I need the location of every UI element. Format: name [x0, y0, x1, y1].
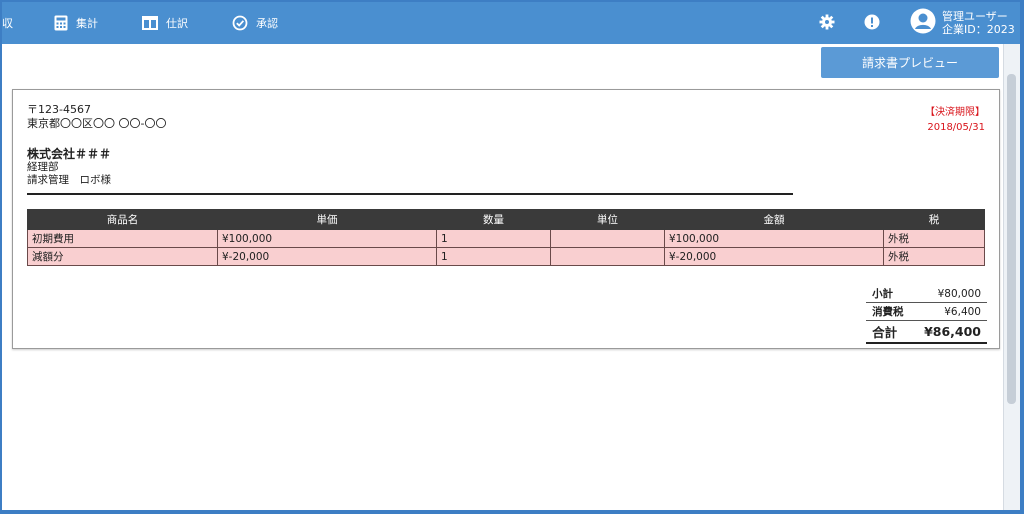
tax-row: 消費税 ¥6,400 — [866, 302, 987, 321]
contact-name: 請求管理 ロボ様 — [27, 174, 111, 186]
table-row: 初期費用 ¥100,000 1 ¥100,000 外税 — [27, 229, 985, 248]
vertical-scrollbar[interactable] — [1003, 44, 1020, 510]
col-header-quantity: 数量 — [436, 209, 551, 230]
nav-item-label: 仕訳 — [166, 17, 188, 30]
cell-quantity: 1 — [436, 247, 551, 266]
cell-unit — [550, 247, 665, 266]
col-header-amount: 金額 — [664, 209, 884, 230]
cell-tax: 外税 — [883, 229, 985, 248]
cell-unit-price: ¥100,000 — [217, 229, 437, 248]
calculator-icon — [54, 15, 68, 31]
table-header-row: 商品名 単価 数量 単位 金額 税 — [27, 209, 985, 230]
cell-amount: ¥100,000 — [664, 229, 884, 248]
cell-unit-price: ¥-20,000 — [217, 247, 437, 266]
total-row: 合計 ¥86,400 — [866, 320, 987, 344]
user-name: 管理ユーザー — [942, 9, 1008, 23]
due-date: 2018/05/31 — [927, 122, 985, 133]
nav-item-label: 集計 — [76, 17, 98, 30]
scrollbar-thumb[interactable] — [1007, 74, 1016, 404]
due-label: 【決済期限】 — [925, 107, 985, 118]
cell-amount: ¥-20,000 — [664, 247, 884, 266]
recipient-address: 〒123-4567 東京都〇〇区〇〇 〇〇-〇〇 — [27, 103, 166, 131]
notifications-button[interactable] — [864, 2, 880, 44]
totals-table: 小計 ¥80,000 消費税 ¥6,400 合計 ¥86,400 — [866, 285, 987, 344]
cell-product: 減額分 — [27, 247, 218, 266]
invoice-preview-button[interactable]: 請求書プレビュー — [821, 47, 999, 78]
col-header-product: 商品名 — [27, 209, 218, 230]
divider — [27, 193, 793, 195]
subtotal-value: ¥80,000 — [918, 285, 987, 303]
nav-item-approval[interactable]: 承認 — [232, 2, 278, 44]
company-id: 企業ID：2023 — [942, 22, 1015, 36]
payment-due: 【決済期限】 2018/05/31 — [925, 105, 985, 135]
recipient-details: 経理部 請求管理 ロボ様 — [27, 161, 111, 187]
invoice-card: 〒123-4567 東京都〇〇区〇〇 〇〇-〇〇 株式会社＃＃＃ 経理部 請求管… — [12, 89, 1000, 349]
total-value: ¥86,400 — [918, 320, 987, 344]
nav-item-label: 収 — [2, 17, 13, 30]
postal-code: 〒123-4567 — [27, 103, 91, 116]
cell-product: 初期費用 — [27, 229, 218, 248]
line-items-table: 商品名 単価 数量 単位 金額 税 初期費用 ¥100,000 1 ¥100,0… — [27, 209, 985, 266]
columns-icon — [142, 16, 158, 30]
tax-label: 消費税 — [866, 302, 919, 321]
department: 経理部 — [27, 161, 59, 173]
nav-item-label: 承認 — [256, 17, 278, 30]
gear-icon — [819, 14, 835, 33]
nav-item-truncated[interactable]: 収 — [2, 2, 13, 44]
alert-icon — [864, 14, 880, 33]
col-header-tax: 税 — [883, 209, 985, 230]
cell-unit — [550, 229, 665, 248]
subtotal-label: 小計 — [866, 285, 919, 303]
col-header-unit: 単位 — [550, 209, 665, 230]
user-info: 管理ユーザー 企業ID：2023 — [942, 10, 1015, 36]
cell-quantity: 1 — [436, 229, 551, 248]
cell-tax: 外税 — [883, 247, 985, 266]
user-menu[interactable]: 管理ユーザー 企業ID：2023 — [910, 8, 1015, 37]
company-name: 株式会社＃＃＃ — [27, 147, 112, 161]
table-row: 減額分 ¥-20,000 1 ¥-20,000 外税 — [27, 247, 985, 266]
user-avatar-icon — [910, 8, 936, 37]
app-window: 収 集計 仕訳 承認 管理ユーザー 企業ID：2023 請求書プレビュー 〒12… — [2, 2, 1020, 510]
total-label: 合計 — [866, 320, 919, 344]
check-circle-icon — [232, 15, 248, 31]
col-header-unit-price: 単価 — [217, 209, 437, 230]
settings-button[interactable] — [819, 2, 835, 44]
subtotal-row: 小計 ¥80,000 — [866, 285, 987, 303]
street-address: 東京都〇〇区〇〇 〇〇-〇〇 — [27, 117, 167, 130]
nav-item-journal[interactable]: 仕訳 — [142, 2, 188, 44]
tax-value: ¥6,400 — [918, 302, 987, 321]
top-nav-bar: 収 集計 仕訳 承認 管理ユーザー 企業ID：2023 — [2, 2, 1020, 44]
nav-item-summary[interactable]: 集計 — [54, 2, 98, 44]
